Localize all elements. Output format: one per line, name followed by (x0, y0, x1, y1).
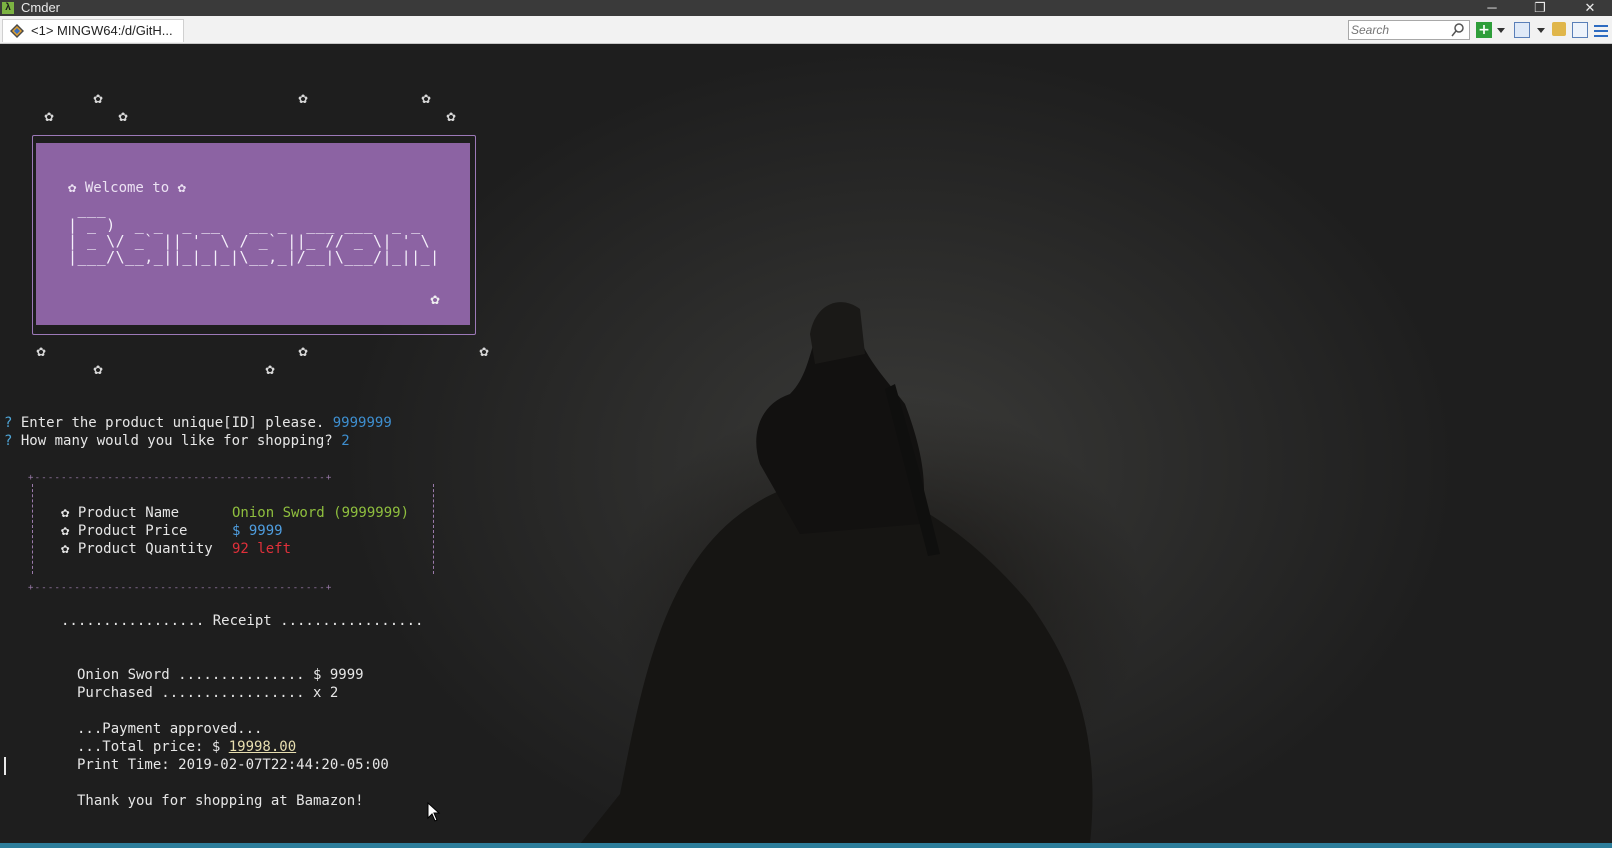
background-wallpaper (580, 302, 1093, 844)
menu-icon[interactable] (1594, 22, 1608, 38)
box-border-bottom: +---------------------------------------… (28, 583, 333, 593)
tab-bar: <1> MINGW64:/d/GitH... + (0, 16, 1612, 44)
tab-label: <1> MINGW64:/d/GitH... (31, 23, 173, 38)
bamazon-ascii-logo: ___ | _ ) _ _ _ __ __ _ ___ ___ _ _ | _ \/… (68, 200, 440, 266)
chevron-down-icon[interactable] (1497, 28, 1505, 33)
product-price-value: $ 9999 (232, 523, 283, 539)
star-icon: ✿ (446, 110, 457, 124)
welcome-banner: ✿ Welcome to ✿ ___ | _ ) _ _ _ __ __ _ __… (36, 143, 470, 325)
star-icon: ✿ (265, 363, 276, 377)
git-bash-icon (10, 24, 24, 38)
text-cursor (4, 757, 6, 775)
receipt-item-line: Onion Sword ............... $ 9999 (77, 667, 364, 683)
box-border-top: +---------------------------------------… (28, 473, 333, 483)
prompt-line: ? How many would you like for shopping? … (4, 432, 350, 450)
title-bar: λ Cmder ─ ❐ ✕ (0, 0, 1612, 16)
star-icon: ✿ (118, 110, 129, 124)
question-icon: ? (4, 415, 13, 431)
prompt-answer: 2 (341, 433, 350, 449)
chevron-down-icon[interactable] (1537, 28, 1545, 33)
lock-icon[interactable] (1552, 22, 1566, 36)
prompt-line: ? Enter the product unique[ID] please. 9… (4, 414, 392, 432)
search-input[interactable] (1351, 21, 1447, 39)
product-price-label: ✿ Product Price (61, 523, 188, 539)
star-icon: ✿ (421, 92, 432, 106)
console-tab[interactable]: <1> MINGW64:/d/GitH... (2, 19, 184, 42)
star-icon: ✿ (44, 110, 55, 124)
product-quantity-value: 92 left (232, 541, 292, 557)
star-icon: ✿ (479, 345, 490, 359)
lambda-icon: λ (2, 2, 14, 14)
box-border-left (32, 484, 34, 574)
prompt-question: How many would you like for shopping? (20, 433, 333, 449)
new-console-button[interactable]: + (1476, 22, 1492, 38)
mouse-pointer-icon (427, 802, 441, 822)
product-name-value: Onion Sword (9999999) (232, 505, 410, 521)
window-title: Cmder (21, 0, 61, 15)
receipt-purchased-line: Purchased ................. x 2 (77, 685, 339, 701)
receipt-header: ................. Receipt ..............… (61, 613, 424, 629)
star-icon: ✿ (298, 92, 309, 106)
product-name-label: ✿ Product Name (61, 505, 180, 521)
print-time: Print Time: 2019-02-07T22:44:20-05:00 (77, 757, 389, 773)
prompt-question: Enter the product unique[ID] please. (20, 415, 325, 431)
star-icon: ✿ (298, 345, 309, 359)
view-icon[interactable] (1514, 22, 1530, 38)
star-icon: ✿ (93, 363, 104, 377)
box-border-right (433, 484, 435, 574)
total-price-line: ...Total price: $ 19998.00 (77, 739, 297, 755)
thank-you-message: Thank you for shopping at Bamazon! (77, 793, 364, 809)
restore-icon[interactable]: ❐ (1520, 0, 1560, 16)
star-icon: ✿ (36, 345, 47, 359)
search-icon[interactable] (1450, 22, 1466, 38)
split-panel-icon[interactable] (1572, 22, 1588, 38)
prompt-answer: 9999999 (332, 415, 392, 431)
minimize-icon[interactable]: ─ (1472, 0, 1512, 16)
product-quantity-label: ✿ Product Quantity (61, 541, 213, 557)
search-box[interactable] (1348, 20, 1470, 40)
star-icon: ✿ (430, 293, 441, 307)
total-price-value: 19998.00 (228, 739, 297, 755)
star-icon: ✿ (93, 92, 104, 106)
status-bar (0, 843, 1612, 848)
question-icon: ? (4, 433, 13, 449)
welcome-text: ✿ Welcome to ✿ (68, 180, 187, 196)
close-icon[interactable]: ✕ (1570, 0, 1610, 16)
terminal-output[interactable]: ✿ ✿ ✿ ✿ ✿ ✿ ✿ ✿ ✿ ✿ ✿ ✿ Welcome to ✿ ___… (0, 44, 1612, 844)
payment-status: ...Payment approved... (77, 721, 263, 737)
